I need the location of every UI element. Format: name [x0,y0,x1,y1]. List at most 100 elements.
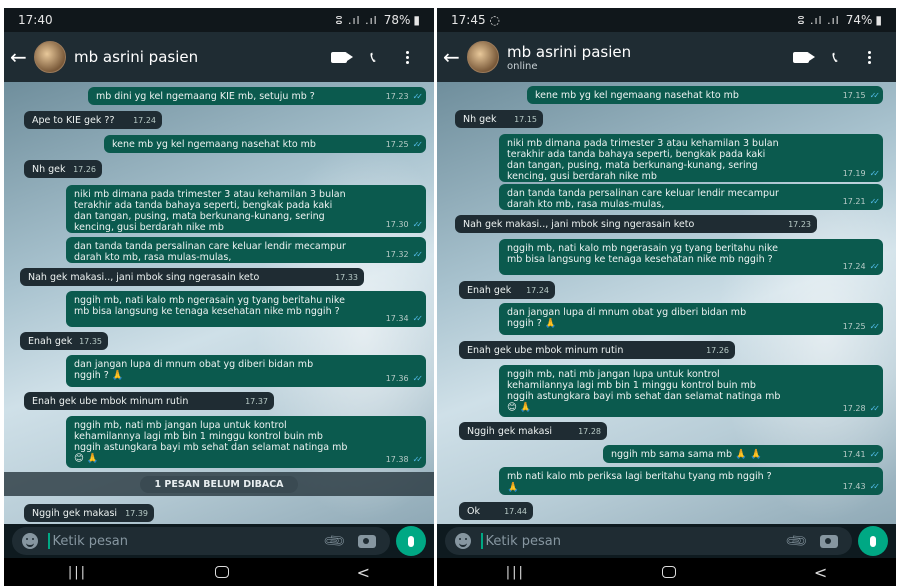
more-vert-icon [405,50,409,64]
message-time: 17.32 [385,250,409,259]
message-incoming[interactable]: Enah gek ube mbok minum rutin 17.37 [24,392,274,410]
message-outgoing[interactable]: dan jangan lupa di mnum obat yg diberi b… [66,355,426,387]
contact-info[interactable]: mb asrini pasien [74,48,322,66]
phone-icon: 📞︎ [370,48,376,66]
message-meta: 17.43 ✓✓ [843,481,881,492]
status-time: 17:45 ◌ [451,13,798,27]
message-outgoing[interactable]: kene mb yg kel ngemaang nasehat kto mb 1… [104,135,426,153]
read-ticks-icon: ✓✓ [869,482,881,491]
mic-button[interactable] [396,526,426,556]
mic-button[interactable] [858,526,888,556]
voice-call-button[interactable]: 📞︎ [818,40,852,74]
message-text: Nggih gek makasi [32,508,118,519]
message-outgoing[interactable]: dan jangan lupa di mnum obat yg diberi b… [499,303,883,335]
message-outgoing[interactable]: nggih mb, nati mb jangan lupa untuk kont… [66,416,426,468]
message-meta: 17.23 ✓✓ [386,91,423,102]
avatar[interactable] [467,41,499,73]
read-ticks-icon: ✓✓ [412,374,424,383]
message-incoming[interactable]: Ok 17.44 [459,502,533,520]
message-input[interactable]: Ketik pesan 📎︎ [12,527,390,555]
attach-icon[interactable]: 📎︎ [783,528,809,554]
message-outgoing[interactable]: nggih mb sama sama mb 🙏 🙏 17.41 ✓✓ [603,445,883,463]
message-incoming[interactable]: Nah gek makasi.., jani mbok sing ngerasa… [455,215,817,233]
emoji-icon[interactable] [22,533,38,549]
message-meta: 17.21 ✓✓ [842,196,881,207]
message-incoming[interactable]: Enah gek ube mbok minum rutin 17.26 [459,341,735,359]
message-text: Nah gek makasi.., jani mbok sing ngerasa… [28,272,260,283]
message-meta: 17.24 ✓✓ [842,261,880,272]
right-phone-screen: 17:45 ◌ ⵓ .ıl .ıl 74% ▮ ← mb asrini pasi… [437,8,896,586]
contact-info[interactable]: mb asrini pasien online [507,43,784,72]
message-incoming[interactable]: Ape to KIE gek ?? 17.24 [24,111,162,129]
attach-icon[interactable]: 📎︎ [321,528,347,554]
message-outgoing[interactable]: nggih mb, nati mb jangan lupa untuk kont… [499,365,883,417]
message-incoming[interactable]: Nh gek 17.26 [24,160,102,178]
message-outgoing[interactable]: kene mb yg kel ngemaang nasehat kto mb 1… [527,86,883,104]
recent-apps-icon[interactable]: ||| [68,565,87,580]
message-meta: 17.28 ✓✓ [843,403,881,414]
unread-banner-text: 1 PESAN BELUM DIBACA [140,475,298,493]
read-ticks-icon: ✓✓ [869,197,881,206]
menu-button[interactable] [852,40,886,74]
battery-level: 78% [383,13,411,27]
chat-header: ← mb asrini pasien 📞︎ [4,32,434,82]
home-icon[interactable] [662,566,677,578]
message-incoming[interactable]: Nggih gek makasi 17.39 [24,504,154,522]
message-outgoing[interactable]: mb nati kalo mb periksa lagi beritahu ty… [499,467,883,495]
message-time: 17.28 [578,427,601,436]
message-meta: 17.25 ✓✓ [386,139,424,150]
video-call-icon [793,51,815,63]
read-ticks-icon: ✓✓ [412,314,424,323]
avatar[interactable] [34,41,66,73]
message-incoming[interactable]: Enah gek 17.24 [459,281,555,299]
message-outgoing[interactable]: nggih mb, nati kalo mb ngerasain yg tyan… [499,239,883,275]
message-time: 17.19 [842,169,866,178]
contact-name: mb asrini pasien [507,42,632,61]
nav-back-icon[interactable]: < [357,563,370,582]
emoji-icon[interactable] [455,533,471,549]
video-call-icon [331,51,353,63]
message-incoming[interactable]: Nh gek 17.15 [455,110,543,128]
message-time: 17.24 [842,262,866,271]
read-ticks-icon: ✓✓ [412,140,424,149]
message-incoming[interactable]: Nah gek makasi.., jani mbok sing ngerasa… [20,268,364,286]
message-outgoing[interactable]: niki mb dimana pada trimester 3 atau keh… [499,134,883,182]
message-time: 17.44 [504,507,527,516]
back-arrow-icon[interactable]: ← [443,45,463,69]
signal-icon: ⵓ .ıl .ıl [335,13,378,27]
message-time: 17.35 [79,337,102,346]
back-arrow-icon[interactable]: ← [10,45,30,69]
read-ticks-icon: ✓✓ [869,404,881,413]
message-meta: 17.19 ✓✓ [842,168,880,179]
read-ticks-icon: ✓✓ [412,250,424,259]
message-text: dan jangan lupa di mnum obat yg diberi b… [74,359,314,381]
menu-button[interactable] [390,40,424,74]
message-text: kene mb yg kel ngemaang nasehat kto mb [535,90,739,101]
camera-icon[interactable] [820,534,838,548]
message-time: 17.21 [842,197,866,206]
message-outgoing[interactable]: nggih mb, nati kalo mb ngerasain yg tyan… [66,291,426,327]
voice-call-button[interactable]: 📞︎ [356,40,390,74]
message-meta: 17.25 ✓✓ [843,321,880,332]
android-nav-bar: ||| < [4,558,434,586]
video-call-button[interactable] [784,40,818,74]
message-meta: 17.32 ✓✓ [385,249,424,260]
chat-header: ← mb asrini pasien online 📞︎ [437,32,896,82]
message-outgoing[interactable]: niki mb dimana pada trimester 3 atau keh… [66,185,426,233]
chat-area[interactable]: mb dini yg kel ngemaang KIE mb, setuju m… [4,82,434,524]
chat-area[interactable]: kene mb yg kel ngemaang nasehat kto mb 1… [437,82,896,524]
message-incoming[interactable]: Enah gek 17.35 [20,332,108,350]
home-icon[interactable] [214,566,229,578]
message-time: 17.15 [842,91,866,100]
message-outgoing[interactable]: dan tanda tanda persalinan care keluar l… [66,237,426,263]
message-text: dan tanda tanda persalinan care keluar l… [74,241,346,263]
nav-back-icon[interactable]: < [814,563,827,582]
message-outgoing[interactable]: mb dini yg kel ngemaang KIE mb, setuju m… [88,87,426,105]
message-outgoing[interactable]: dan tanda tanda persalinan care keluar l… [499,184,883,210]
camera-icon[interactable] [358,534,376,548]
message-input[interactable]: Ketik pesan 📎︎ [445,527,852,555]
video-call-button[interactable] [322,40,356,74]
recent-apps-icon[interactable]: ||| [506,565,525,580]
message-incoming[interactable]: Nggih gek makasi 17.28 [459,422,607,440]
message-text: Enah gek [28,336,73,347]
